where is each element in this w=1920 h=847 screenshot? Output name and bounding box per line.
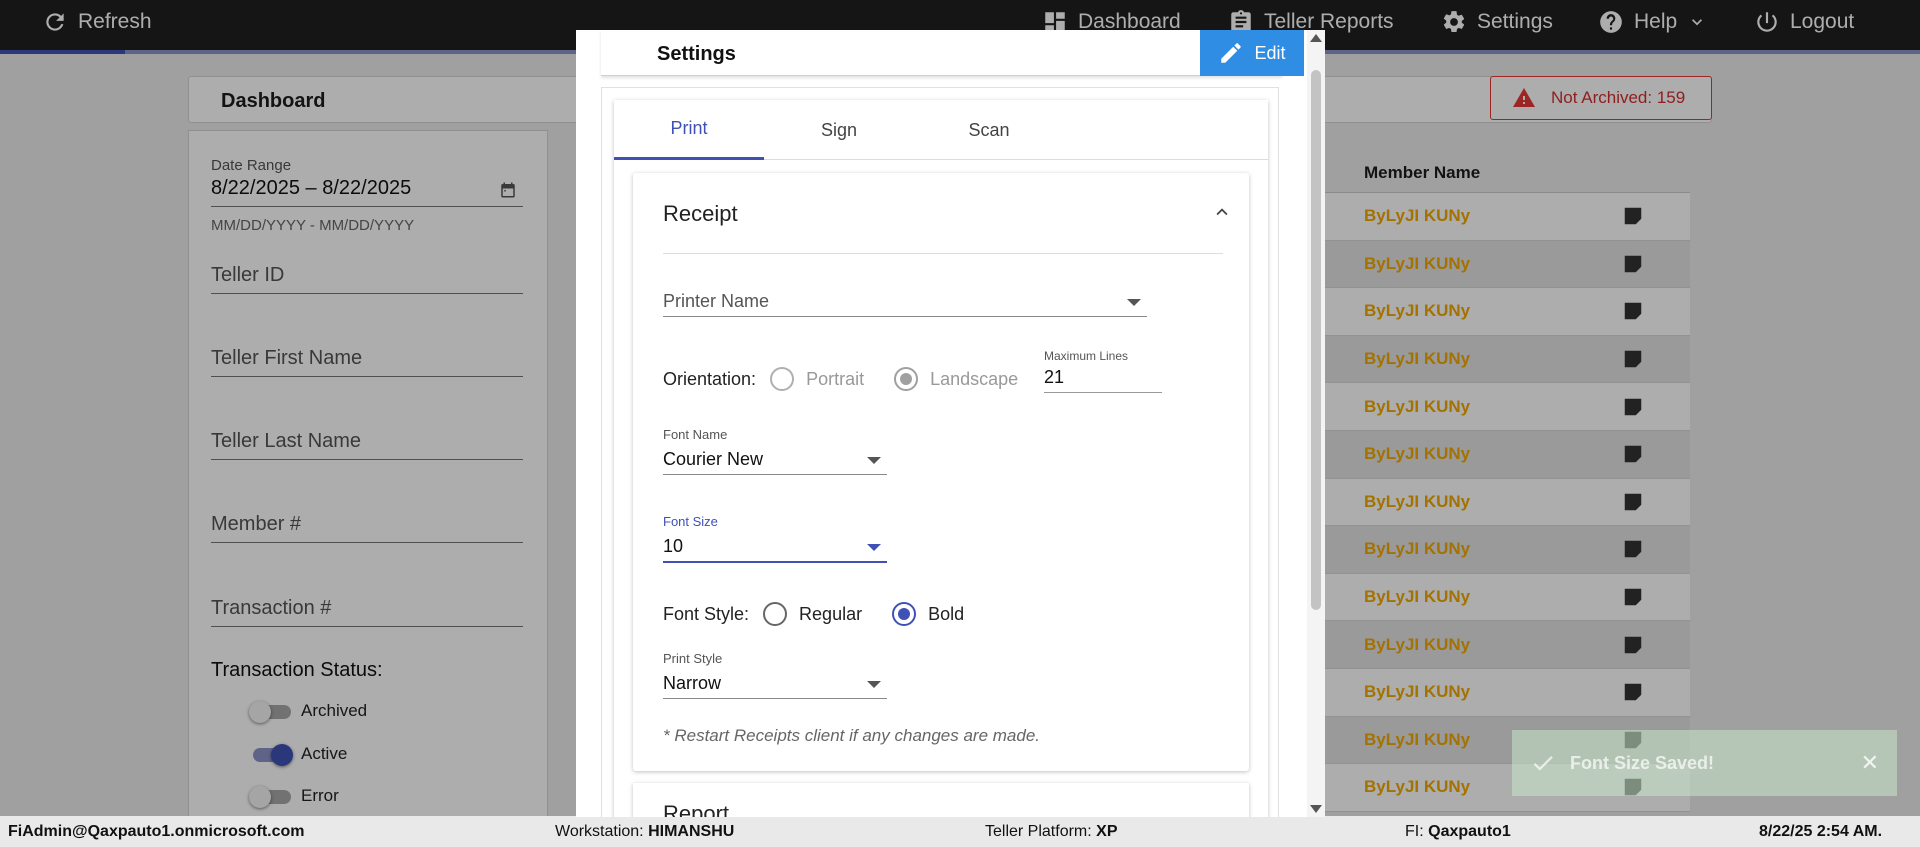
print-style-label: Print Style	[663, 651, 723, 666]
scroll-down-arrow-icon[interactable]	[1310, 805, 1322, 813]
modal-title: Settings	[657, 43, 736, 65]
scrollbar-thumb[interactable]	[1311, 70, 1321, 610]
bold-label: Bold	[928, 603, 965, 624]
settings-tabs: Print Sign Scan	[614, 100, 1268, 160]
chevron-up-icon[interactable]	[1211, 201, 1233, 223]
scroll-up-arrow-icon[interactable]	[1310, 34, 1322, 42]
fi-value: Qaxpauto1	[1428, 823, 1511, 840]
font-size-dropdown-icon	[867, 544, 881, 551]
workstation-value: HIMANSHU	[648, 823, 735, 840]
font-name-value: Courier New	[663, 449, 764, 469]
print-style-select[interactable]: Print Style Narrow	[663, 651, 887, 699]
platform-label: Teller Platform:	[985, 823, 1092, 840]
modal-header: Settings Edit	[601, 30, 1304, 76]
platform-value: XP	[1096, 823, 1118, 840]
status-datetime: 8/22/25 2:54 AM.	[1759, 823, 1883, 840]
edit-button[interactable]: Edit	[1200, 30, 1304, 76]
toast-message: Font Size Saved!	[1570, 752, 1715, 773]
tab-sign[interactable]: Sign	[764, 100, 914, 160]
printer-name-placeholder: Printer Name	[663, 291, 770, 311]
restart-note: * Restart Receipts client if any changes…	[663, 726, 1041, 745]
modal-content: Print Sign Scan Receipt Printer Name Ori…	[601, 87, 1279, 817]
tab-scan[interactable]: Scan	[914, 100, 1064, 160]
maximum-lines-input[interactable]: Maximum Lines 21	[1044, 349, 1162, 393]
workstation-label: Workstation:	[555, 823, 644, 840]
settings-tabs-card: Print Sign Scan Receipt Printer Name Ori…	[614, 100, 1268, 817]
bold-radio[interactable]	[892, 602, 917, 626]
font-size-value: 10	[663, 536, 684, 556]
font-name-dropdown-icon	[867, 457, 881, 464]
print-style-value: Narrow	[663, 673, 722, 693]
fi-label: FI:	[1405, 823, 1424, 840]
tab-print[interactable]: Print	[614, 100, 764, 160]
status-user: FiAdmin@Qaxpauto1.onmicrosoft.com	[8, 823, 305, 840]
maximum-lines-value: 21	[1044, 367, 1065, 387]
regular-label: Regular	[799, 603, 863, 624]
orientation-label: Orientation:	[663, 368, 757, 389]
pencil-icon	[1221, 43, 1242, 63]
toast-close-icon[interactable]: ✕	[1861, 750, 1879, 776]
report-panel[interactable]: Report	[633, 783, 1249, 817]
printer-name-select[interactable]: Printer Name	[663, 291, 1147, 317]
printer-dropdown-icon	[1127, 299, 1141, 306]
orientation-group: Orientation: Portrait Landscape	[663, 367, 1018, 391]
settings-modal: Settings Edit Print Sign Scan Receipt Pr…	[576, 30, 1325, 817]
status-platform: Teller Platform: XP	[985, 823, 1118, 841]
print-style-dropdown-icon	[867, 681, 881, 688]
panel-divider	[663, 253, 1223, 254]
font-size-select[interactable]: Font Size 10	[663, 514, 887, 563]
receipt-title: Receipt	[663, 201, 738, 226]
regular-radio[interactable]	[763, 602, 788, 626]
maximum-lines-label: Maximum Lines	[1044, 349, 1129, 363]
check-icon	[1533, 756, 1553, 771]
font-style-group: Font Style: Regular Bold	[663, 602, 964, 626]
modal-scrollbar[interactable]	[1307, 30, 1325, 817]
font-style-label: Font Style:	[663, 603, 750, 624]
status-workstation: Workstation: HIMANSHU	[555, 823, 734, 841]
status-fi: FI: Qaxpauto1	[1405, 823, 1511, 841]
font-name-label: Font Name	[663, 427, 728, 442]
status-bar: FiAdmin@Qaxpauto1.onmicrosoft.com Workst…	[0, 816, 1920, 847]
receipt-panel: Receipt Printer Name Orientation: Portra…	[633, 173, 1249, 771]
font-name-select[interactable]: Font Name Courier New	[663, 427, 887, 475]
portrait-label: Portrait	[806, 368, 865, 389]
toast-notification: Font Size Saved! ✕	[1512, 730, 1897, 796]
portrait-radio[interactable]	[770, 367, 795, 391]
landscape-label: Landscape	[930, 368, 1019, 389]
font-size-label: Font Size	[663, 514, 718, 529]
landscape-radio[interactable]	[894, 367, 919, 391]
report-title: Report	[663, 801, 730, 817]
edit-label: Edit	[1254, 42, 1286, 63]
